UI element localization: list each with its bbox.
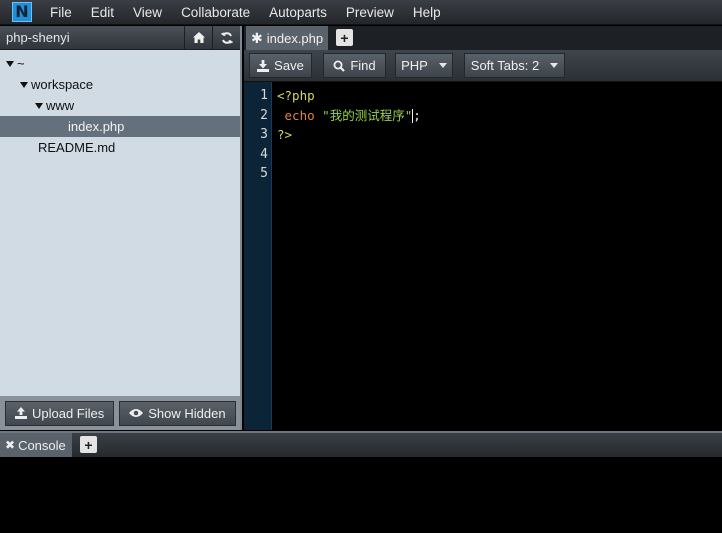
show-hidden-button[interactable]: Show Hidden <box>119 400 236 426</box>
caret-down-icon <box>6 60 14 67</box>
menu-file[interactable]: File <box>50 5 72 20</box>
tree-item-label: www <box>46 98 75 113</box>
upload-icon <box>15 407 27 419</box>
refresh-icon <box>220 31 233 44</box>
editor-toolbar: Save Find PHP Soft Tabs: 2 <box>244 50 722 82</box>
tree-item-www[interactable]: www <box>0 95 240 116</box>
file-browser: php-shenyi ~ workspace www index.php REA… <box>0 25 242 430</box>
menu-autoparts[interactable]: Autoparts <box>269 5 327 20</box>
upload-files-button[interactable]: Upload Files <box>5 400 115 426</box>
tree-item-label: README.md <box>38 140 116 155</box>
line-number: 3 <box>260 127 268 143</box>
app-logo[interactable]: N <box>12 2 32 22</box>
tree-item-workspace[interactable]: workspace <box>0 74 240 95</box>
close-icon[interactable]: ✖ <box>5 438 15 452</box>
tree-item-label: ~ <box>17 56 25 71</box>
menu-edit[interactable]: Edit <box>91 5 114 20</box>
semicolon: ; <box>413 107 421 123</box>
tab-index-php[interactable]: ✱ index.php <box>246 26 328 50</box>
menu-bar: N File Edit View Collaborate Autoparts P… <box>0 0 722 25</box>
tab-console[interactable]: ✖ Console <box>0 433 72 457</box>
php-open-tag: <?php <box>277 88 315 103</box>
asterisk-icon: ✱ <box>251 29 263 46</box>
tree-item-readme[interactable]: README.md <box>0 137 240 158</box>
code-line-2: echo "我的测试程序"; <box>277 106 421 126</box>
code-editor[interactable]: 1 2 3 4 5 <?php echo "我的测试程序"; ?> <box>244 82 722 430</box>
find-button[interactable]: Find <box>323 53 386 78</box>
menu-help[interactable]: Help <box>413 5 441 20</box>
tree-item-index-php[interactable]: index.php <box>0 116 240 137</box>
home-icon <box>192 32 205 43</box>
plus-icon: + <box>340 29 349 46</box>
eye-icon <box>129 409 144 417</box>
line-number-gutter: 1 2 3 4 5 <box>244 82 272 430</box>
editor-tab-bar: ✱ index.php + <box>244 26 722 50</box>
language-value: PHP <box>401 58 428 73</box>
project-name: php-shenyi <box>6 30 70 45</box>
console-output[interactable] <box>0 457 722 533</box>
line-number: 1 <box>260 88 268 103</box>
file-browser-footer: Upload Files Show Hidden <box>0 396 240 430</box>
chevron-down-icon <box>550 63 559 68</box>
app-logo-letter: N <box>15 2 29 21</box>
line-number: 5 <box>260 166 268 182</box>
language-dropdown[interactable]: PHP <box>395 53 453 78</box>
tree-item-home[interactable]: ~ <box>0 53 240 74</box>
add-console-button[interactable]: + <box>80 436 97 453</box>
caret-down-icon <box>20 81 28 88</box>
download-icon <box>257 59 270 72</box>
save-button[interactable]: Save <box>249 53 312 78</box>
tab-label: index.php <box>266 30 324 46</box>
soft-tabs-value: Soft Tabs: 2 <box>470 58 540 73</box>
menu-preview[interactable]: Preview <box>346 5 394 20</box>
find-label: Find <box>350 58 376 73</box>
tree-item-label: index.php <box>68 119 125 134</box>
string-literal: "我的测试程序" <box>322 107 413 123</box>
add-tab-button[interactable]: + <box>336 29 353 46</box>
line-number: 4 <box>260 146 268 162</box>
menu-collaborate[interactable]: Collaborate <box>181 5 250 20</box>
caret-down-icon <box>35 102 43 109</box>
code-content[interactable]: <?php echo "我的测试程序"; ?> <box>277 86 421 184</box>
search-icon <box>333 60 346 72</box>
echo-keyword: echo <box>284 107 315 123</box>
tree-item-label: workspace <box>31 77 94 92</box>
console-tab-label: Console <box>18 437 66 453</box>
refresh-button[interactable] <box>212 25 240 50</box>
console-tab-bar: ✖ Console + <box>0 431 722 457</box>
chevron-down-icon <box>438 63 447 68</box>
line-number: 2 <box>260 107 268 123</box>
upload-files-label: Upload Files <box>32 405 105 421</box>
file-browser-header: php-shenyi <box>0 25 240 50</box>
soft-tabs-dropdown[interactable]: Soft Tabs: 2 <box>464 53 565 78</box>
file-tree: ~ workspace www index.php README.md <box>0 50 240 158</box>
save-label: Save <box>274 58 304 73</box>
show-hidden-label: Show Hidden <box>148 405 226 421</box>
code-line-3: ?> <box>277 125 421 145</box>
plus-icon: + <box>84 436 93 453</box>
menu-view[interactable]: View <box>133 5 162 20</box>
home-button[interactable] <box>184 25 212 50</box>
code-line-1: <?php <box>277 86 421 106</box>
php-close-tag: ?> <box>277 127 293 143</box>
